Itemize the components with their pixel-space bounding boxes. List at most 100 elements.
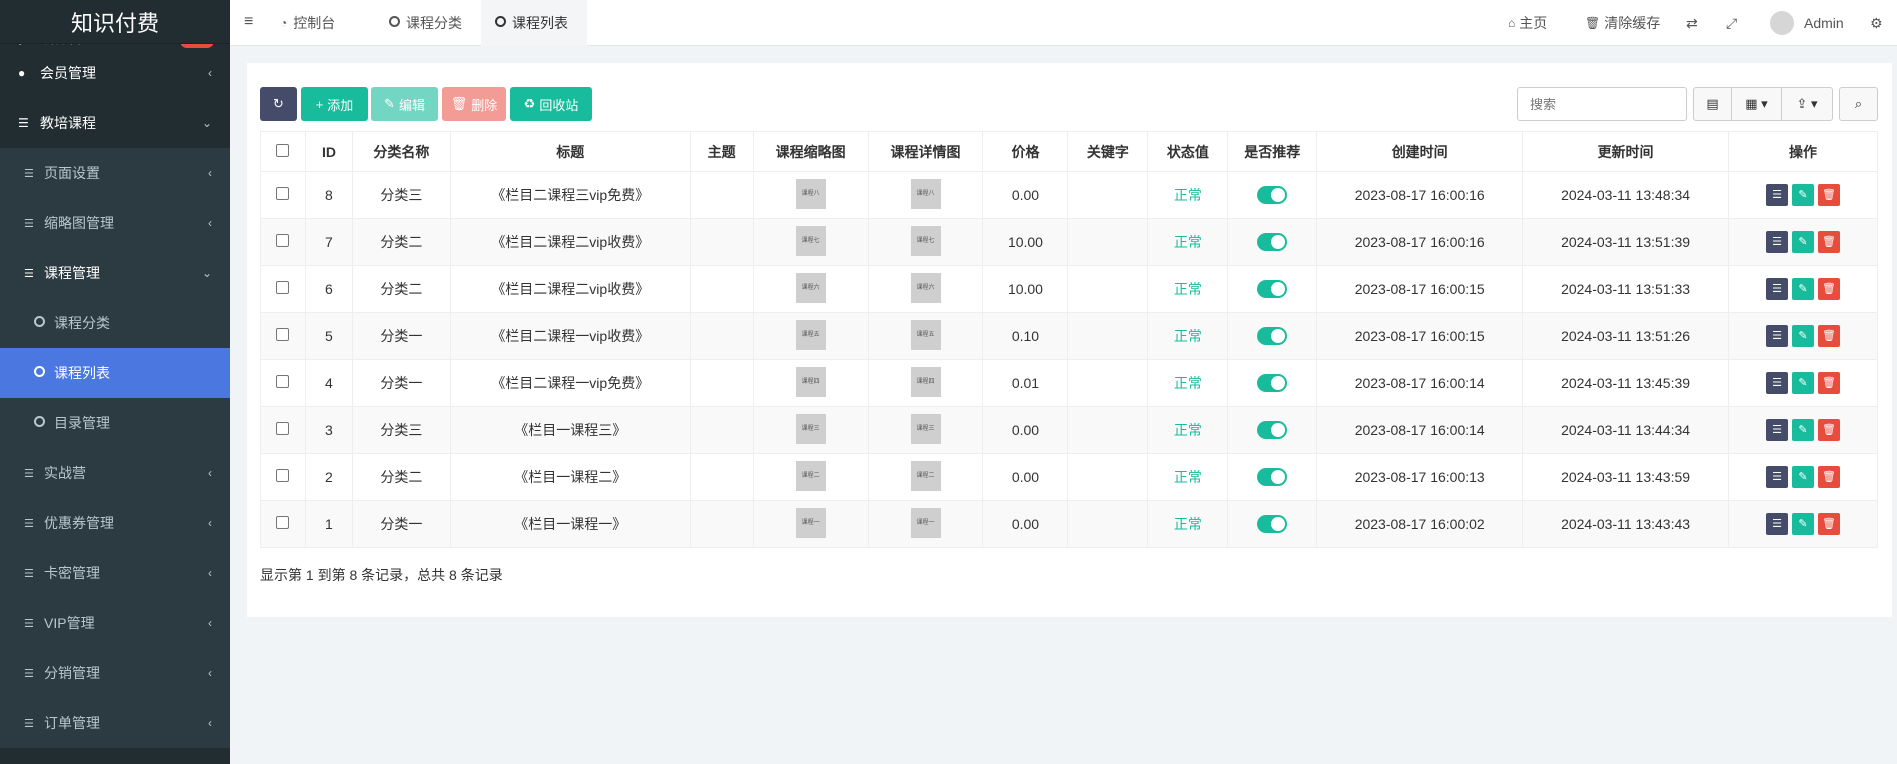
edit-pencil-icon[interactable]: ✎ [1792,184,1814,206]
row-checkbox[interactable] [276,422,290,435]
cell-status[interactable]: 正常 [1147,312,1229,360]
cell-status[interactable]: 正常 [1147,171,1229,219]
cell-status[interactable]: 正常 [1147,218,1229,266]
delete-trash-icon[interactable]: 🗑 [1818,325,1840,347]
delete-button[interactable]: 🗑 删除 [442,87,506,121]
cell-status[interactable]: 正常 [1147,453,1229,501]
edit-pencil-icon[interactable]: ✎ [1792,419,1814,441]
fullscreen-icon[interactable]: ⤢ [1726,0,1737,46]
search-input[interactable] [1517,87,1687,121]
recommend-toggle[interactable] [1257,233,1288,252]
row-checkbox[interactable] [276,375,290,388]
detail-image[interactable]: 课程三 [910,413,941,444]
detail-image[interactable]: 课程四 [910,366,941,397]
delete-trash-icon[interactable]: 🗑 [1818,372,1840,394]
detail-image[interactable]: 课程五 [910,319,941,350]
recommend-toggle[interactable] [1257,468,1288,487]
detail-image[interactable]: 课程六 [910,272,941,303]
delete-trash-icon[interactable]: 🗑 [1818,231,1840,253]
table-view-icon[interactable]: ▤ [1693,87,1732,121]
delete-trash-icon[interactable]: 🗑 [1818,466,1840,488]
edit-pencil-icon[interactable]: ✎ [1792,513,1814,535]
home-link[interactable]: ⌂ 主页 [1508,0,1547,46]
cell-status[interactable]: 正常 [1147,406,1229,454]
delete-trash-icon[interactable]: 🗑 [1818,419,1840,441]
detail-list-icon[interactable]: ☰ [1766,466,1788,488]
row-checkbox[interactable] [276,187,290,200]
cell-status[interactable]: 正常 [1147,265,1229,313]
detail-image[interactable]: 课程二 [910,460,941,491]
recommend-toggle[interactable] [1257,374,1288,393]
detail-list-icon[interactable]: ☰ [1766,372,1788,394]
select-all-checkbox[interactable] [276,143,290,157]
user-menu[interactable]: Admin [1770,0,1844,46]
detail-list-icon[interactable]: ☰ [1766,419,1788,441]
detail-list-icon[interactable]: ☰ [1766,325,1788,347]
recommend-toggle[interactable] [1257,515,1288,534]
detail-list-icon[interactable]: ☰ [1766,184,1788,206]
detail-list-icon[interactable]: ☰ [1766,231,1788,253]
row-checkbox[interactable] [276,234,290,247]
edit-pencil-icon[interactable]: ✎ [1792,466,1814,488]
sidebar-item-coupons[interactable]: ☰ 优惠券管理 ‹ [0,498,230,548]
hamburger-menu-icon[interactable]: ≡ [244,13,253,31]
sidebar-item-orders[interactable]: ☰ 订单管理 ‹ [0,698,230,748]
app-logo[interactable]: 知识付费 [0,0,230,44]
edit-pencil-icon[interactable]: ✎ [1792,278,1814,300]
thumbnail-image[interactable]: 课程六 [795,272,826,303]
recommend-toggle[interactable] [1257,186,1288,205]
search-icon[interactable]: ⌕ [1839,87,1878,121]
language-icon[interactable]: ⇄ [1686,0,1698,46]
sidebar-item-catalog-management[interactable]: 目录管理 [0,398,230,448]
thumbnail-image[interactable]: 课程一 [795,507,826,538]
cell-status[interactable]: 正常 [1147,500,1229,548]
sidebar-item-vip[interactable]: ☰ VIP管理 ‹ [0,598,230,648]
columns-dropdown-icon[interactable]: ▦ ▾ [1731,87,1782,121]
tab-course-list[interactable]: 课程列表 [481,0,587,46]
edit-pencil-icon[interactable]: ✎ [1792,325,1814,347]
delete-trash-icon[interactable]: 🗑 [1818,184,1840,206]
recycle-bin-button[interactable]: ♻ 回收站 [510,87,592,121]
thumbnail-image[interactable]: 课程五 [795,319,826,350]
detail-list-icon[interactable]: ☰ [1766,278,1788,300]
sidebar-item-bootcamp[interactable]: ☰ 实战营 ‹ [0,448,230,498]
recommend-toggle[interactable] [1257,327,1288,346]
thumbnail-image[interactable]: 课程四 [795,366,826,397]
row-checkbox[interactable] [276,516,290,529]
row-checkbox[interactable] [276,281,290,294]
thumbnail-image[interactable]: 课程三 [795,413,826,444]
gear-icon[interactable]: ⚙ [1870,0,1883,46]
tab-course-category[interactable]: 课程分类 [375,0,476,46]
row-checkbox[interactable] [276,469,290,482]
delete-trash-icon[interactable]: 🗑 [1818,513,1840,535]
detail-image[interactable]: 课程一 [910,507,941,538]
thumbnail-image[interactable]: 课程二 [795,460,826,491]
sidebar-item-course-category[interactable]: 课程分类 [0,298,230,348]
sidebar-item-card-keys[interactable]: ☰ 卡密管理 ‹ [0,548,230,598]
sidebar-item-course-management[interactable]: ☰ 课程管理 ⌄ [0,248,230,298]
export-dropdown-icon[interactable]: ⇪ ▾ [1781,87,1833,121]
thumbnail-image[interactable]: 课程七 [795,225,826,256]
edit-pencil-icon[interactable]: ✎ [1792,372,1814,394]
thumbnail-image[interactable]: 课程八 [795,178,826,209]
detail-image[interactable]: 课程八 [910,178,941,209]
edit-button[interactable]: ✎ 编辑 [371,87,438,121]
sidebar-item-course-list[interactable]: 课程列表 [0,348,230,398]
cell-status[interactable]: 正常 [1147,359,1229,407]
refresh-button[interactable]: ↻ [260,87,297,121]
sidebar-item-distribution[interactable]: ☰ 分销管理 ‹ [0,648,230,698]
recommend-toggle[interactable] [1257,280,1288,299]
sidebar-item-members[interactable]: ● 会员管理 ‹ [0,48,230,98]
sidebar-item-thumbnail-management[interactable]: ☰ 缩略图管理 ‹ [0,198,230,248]
edit-pencil-icon[interactable]: ✎ [1792,231,1814,253]
clear-cache-button[interactable]: 🗑 清除缓存 [1585,0,1660,46]
row-checkbox[interactable] [276,328,290,341]
detail-list-icon[interactable]: ☰ [1766,513,1788,535]
detail-image[interactable]: 课程七 [910,225,941,256]
tab-dashboard[interactable]: ◔ 控制台 [266,0,349,46]
recommend-toggle[interactable] [1257,421,1288,440]
delete-trash-icon[interactable]: 🗑 [1818,278,1840,300]
add-button[interactable]: + 添加 [301,87,368,121]
col-id[interactable]: ID [304,131,353,172]
sidebar-item-page-settings[interactable]: ☰ 页面设置 ‹ [0,148,230,198]
